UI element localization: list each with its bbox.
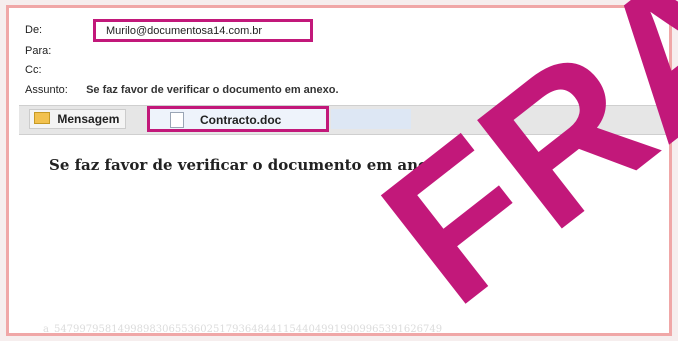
hidden-hash-text: a_54799795814998983065536025179364844115… <box>43 324 443 335</box>
tab-message-label: Mensagem <box>57 112 120 126</box>
email-window: De: Murilo@documentosa14.com.br Para: Cc… <box>6 5 672 336</box>
cc-row: Cc: <box>25 64 83 76</box>
message-tab-bar: Mensagem Contracto.doc <box>19 105 669 135</box>
subject-value: Se faz favor de verificar o documento em… <box>86 84 339 96</box>
envelope-icon <box>34 112 50 124</box>
from-label: De: <box>25 24 43 36</box>
from-row: De: <box>25 24 83 36</box>
attachment-tab-highlight[interactable]: Contracto.doc <box>147 106 329 132</box>
attachment-strip <box>331 109 411 129</box>
from-address-highlight[interactable]: Murilo@documentosa14.com.br <box>93 19 313 42</box>
to-row: Para: <box>25 45 83 57</box>
subject-label: Assunto: <box>25 84 68 96</box>
email-header: De: Murilo@documentosa14.com.br Para: Cc… <box>9 8 669 100</box>
document-icon <box>170 112 184 128</box>
subject-row: Assunto: Se faz favor de verificar o doc… <box>25 84 339 96</box>
from-address: Murilo@documentosa14.com.br <box>106 25 263 37</box>
message-body[interactable]: Se faz favor de verificar o documento em… <box>19 136 669 335</box>
to-label: Para: <box>25 45 52 57</box>
tab-message[interactable]: Mensagem <box>29 109 127 129</box>
cc-label: Cc: <box>25 64 42 76</box>
attachment-name: Contracto.doc <box>200 113 282 127</box>
body-text: Se faz favor de verificar o documento em… <box>49 156 452 174</box>
